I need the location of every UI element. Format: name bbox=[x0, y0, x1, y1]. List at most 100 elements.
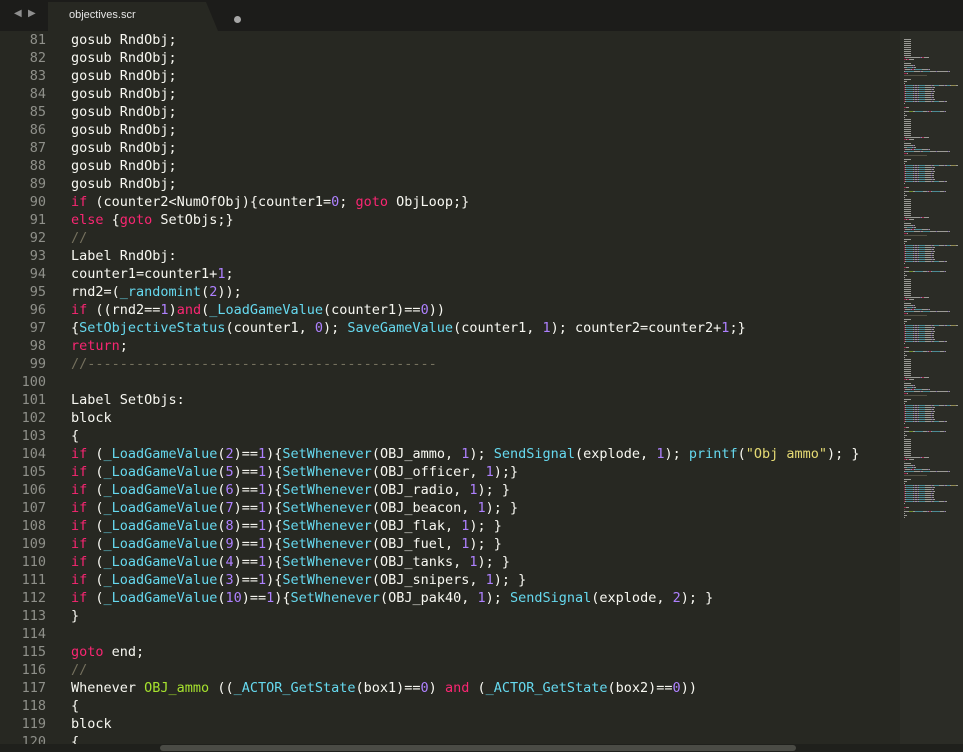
code-line[interactable]: 99 //------------------------------------… bbox=[0, 355, 900, 373]
code-line[interactable]: 85 gosub RndObj; bbox=[0, 103, 900, 121]
minimap-stroke bbox=[949, 231, 950, 232]
code-line[interactable]: 95 rnd2=(_randomint(2)); bbox=[0, 283, 900, 301]
minimap-stroke bbox=[905, 231, 914, 232]
minimap-stroke bbox=[904, 213, 911, 214]
code-line[interactable]: 106 if (_LoadGameValue(6)==1){SetWhenever… bbox=[0, 481, 900, 499]
code-token: goto bbox=[355, 194, 389, 210]
code-line[interactable]: 109 if (_LoadGameValue(9)==1){SetWhenever… bbox=[0, 535, 900, 553]
horizontal-scrollbar-thumb[interactable] bbox=[160, 745, 796, 751]
code-token: _LoadGameValue bbox=[103, 482, 218, 498]
minimap-stroke bbox=[904, 399, 911, 400]
minimap-stroke bbox=[904, 63, 911, 64]
minimap-stroke bbox=[932, 253, 934, 254]
code-line[interactable]: 97 {SetObjectiveStatus(counter1, 0); Save… bbox=[0, 319, 900, 337]
code-line[interactable]: 92 // bbox=[0, 229, 900, 247]
code-line[interactable]: 89 gosub RndObj; bbox=[0, 175, 900, 193]
code-line[interactable]: 94 counter1=counter1+1; bbox=[0, 265, 900, 283]
horizontal-scrollbar[interactable] bbox=[0, 744, 963, 752]
code-line[interactable]: 81 gosub RndObj; bbox=[0, 31, 900, 49]
code-token: (( bbox=[209, 680, 234, 696]
code-token: goto bbox=[119, 212, 153, 228]
code-line[interactable]: 120 { bbox=[0, 733, 900, 744]
minimap-stroke bbox=[906, 341, 913, 342]
code-line[interactable]: 90 if (counter2<NumOfObj){counter1=0; got… bbox=[0, 193, 900, 211]
minimap-stroke bbox=[904, 145, 913, 146]
minimap-stroke bbox=[906, 507, 909, 508]
nav-back-icon[interactable]: ◀ bbox=[14, 7, 22, 21]
code-line[interactable]: 105 if (_LoadGameValue(5)==1){SetWhenever… bbox=[0, 463, 900, 481]
code-line[interactable]: 116 // bbox=[0, 661, 900, 679]
code-line[interactable]: 111 if (_LoadGameValue(3)==1){SetWhenever… bbox=[0, 571, 900, 589]
minimap-stroke bbox=[904, 155, 927, 156]
code-line[interactable]: 107 if (_LoadGameValue(7)==1){SetWhenever… bbox=[0, 499, 900, 517]
code-line[interactable]: 100 bbox=[0, 373, 900, 391]
code-line[interactable]: 86 gosub RndObj; bbox=[0, 121, 900, 139]
code-line[interactable]: 91 else {goto SetObjs;} bbox=[0, 211, 900, 229]
code-token: ); } bbox=[485, 500, 519, 516]
minimap-stroke bbox=[905, 457, 920, 458]
code-line[interactable]: 103 { bbox=[0, 427, 900, 445]
code-line[interactable]: 110 if (_LoadGameValue(4)==1){SetWhenever… bbox=[0, 553, 900, 571]
code-line[interactable]: 117 Whenever OBJ_ammo ((_ACTOR_GetState(b… bbox=[0, 679, 900, 697]
minimap-stroke bbox=[956, 245, 958, 246]
code-token: printf bbox=[688, 446, 738, 462]
code-line[interactable]: 93 Label RndObj: bbox=[0, 247, 900, 265]
minimap-stroke bbox=[906, 501, 913, 502]
code-line[interactable]: 112 if (_LoadGameValue(10)==1){SetWheneve… bbox=[0, 589, 900, 607]
minimap[interactable] bbox=[900, 31, 963, 744]
minimap-stroke bbox=[933, 171, 935, 172]
code-token: Label SetObjs: bbox=[71, 392, 185, 408]
code-token: (OBJ_pak40, bbox=[379, 590, 478, 606]
code-token: { bbox=[103, 212, 120, 228]
nav-forward-icon[interactable]: ▶ bbox=[28, 7, 36, 21]
minimap-stroke bbox=[906, 493, 913, 494]
minimap-stroke bbox=[914, 65, 915, 66]
minimap-stroke bbox=[906, 337, 913, 338]
minimap-stroke bbox=[932, 95, 934, 96]
line-code: // bbox=[71, 229, 87, 247]
code-token: Label RndObj: bbox=[71, 248, 177, 264]
code-token: ); bbox=[323, 320, 348, 336]
minimap-stroke bbox=[933, 259, 935, 260]
code-line[interactable]: 115 goto end; bbox=[0, 643, 900, 661]
minimap-stroke bbox=[907, 313, 908, 314]
minimap-stroke bbox=[925, 499, 932, 500]
code-token: if bbox=[71, 500, 88, 516]
line-number: 114 bbox=[21, 626, 46, 642]
file-tab[interactable]: objectives.scr bbox=[48, 2, 241, 31]
code-token: (OBJ_tanks, bbox=[371, 554, 470, 570]
code-line[interactable]: 96 if ((rnd2==1)and(_LoadGameValue(counte… bbox=[0, 301, 900, 319]
code-line[interactable]: 113} bbox=[0, 607, 900, 625]
code-token: 3 bbox=[225, 572, 234, 588]
code-token: SendSignal bbox=[493, 446, 576, 462]
code-token: )) bbox=[680, 680, 697, 696]
minimap-stroke bbox=[904, 55, 911, 56]
code-line[interactable]: 88 gosub RndObj; bbox=[0, 157, 900, 175]
code-line[interactable]: 114 bbox=[0, 625, 900, 643]
code-line[interactable]: 104 if (_LoadGameValue(2)==1){SetWhenever… bbox=[0, 445, 900, 463]
minimap-stroke bbox=[904, 401, 907, 402]
minimap-stroke bbox=[904, 221, 905, 222]
minimap-stroke bbox=[904, 201, 911, 202]
minimap-stroke bbox=[905, 71, 914, 72]
minimap-stroke bbox=[906, 257, 913, 258]
code-line[interactable]: 118 { bbox=[0, 697, 900, 715]
code-token: 1 bbox=[258, 446, 267, 462]
line-code: if (_LoadGameValue(8)==1){SetWhenever(OB… bbox=[71, 517, 502, 535]
code-line[interactable]: 83 gosub RndObj; bbox=[0, 67, 900, 85]
minimap-stroke bbox=[904, 117, 905, 118]
code-token: { bbox=[71, 734, 80, 744]
code-line[interactable]: 119 block bbox=[0, 715, 900, 733]
code-line[interactable]: 98 return; bbox=[0, 337, 900, 355]
minimap-stroke bbox=[906, 91, 913, 92]
code-line[interactable]: 101 Label SetObjs: bbox=[0, 391, 900, 409]
code-token: (OBJ_snipers, bbox=[371, 572, 486, 588]
modified-dot-icon[interactable] bbox=[234, 16, 241, 23]
code-line[interactable]: 108 if (_LoadGameValue(8)==1){SetWhenever… bbox=[0, 517, 900, 535]
code-line[interactable]: 87 gosub RndObj; bbox=[0, 139, 900, 157]
code-line[interactable]: 84 gosub RndObj; bbox=[0, 85, 900, 103]
code-line[interactable]: 82 gosub RndObj; bbox=[0, 49, 900, 67]
code-line[interactable]: 102 block bbox=[0, 409, 900, 427]
line-number: 108 bbox=[21, 518, 46, 534]
code-editor[interactable]: 81 gosub RndObj; 82 gosub RndObj; 83 gosub Rn… bbox=[0, 31, 900, 744]
